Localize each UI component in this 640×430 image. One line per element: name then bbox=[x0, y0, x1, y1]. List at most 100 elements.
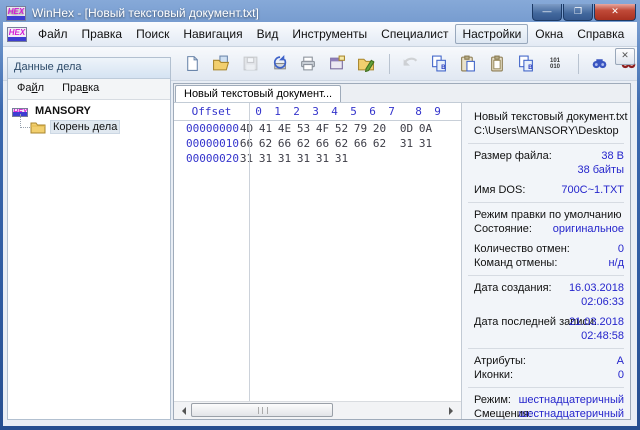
printer-icon bbox=[299, 55, 317, 72]
case-menu-item[interactable]: Файл bbox=[8, 79, 53, 99]
info-label: Иконки: bbox=[474, 369, 513, 381]
floppy-icon bbox=[242, 55, 259, 72]
hex-byte[interactable]: 62 bbox=[294, 136, 313, 151]
hex-row[interactable]: 00000020313131313131 bbox=[174, 151, 461, 166]
hex-editor[interactable]: Offset0123456789 000000004D414E534F52792… bbox=[174, 103, 461, 419]
hex-byte[interactable]: 31 bbox=[397, 136, 416, 151]
mdi-close-button[interactable]: ✕ bbox=[615, 48, 635, 65]
find-text-button[interactable] bbox=[586, 51, 612, 77]
hex-byte[interactable]: 31 bbox=[275, 151, 294, 166]
hex-byte[interactable]: 66 bbox=[275, 136, 294, 151]
menu-item[interactable]: Правка bbox=[75, 24, 130, 44]
hex-byte[interactable]: 0D bbox=[397, 121, 416, 136]
menu-item[interactable]: Навигация bbox=[176, 24, 249, 44]
hex-byte[interactable]: 31 bbox=[332, 151, 351, 166]
hex-byte[interactable]: 20 bbox=[370, 121, 389, 136]
scroll-right-icon[interactable] bbox=[445, 402, 461, 418]
hex-byte[interactable]: 62 bbox=[370, 136, 389, 151]
document-tab[interactable]: Новый текстовый документ... bbox=[175, 85, 341, 102]
menu-item[interactable]: Вид bbox=[250, 24, 286, 44]
info-separator bbox=[468, 202, 624, 203]
copy-icon: B bbox=[430, 55, 448, 72]
undo-icon bbox=[401, 55, 419, 72]
menu-items: ФайлПравкаПоискНавигацияВидИнструментыСп… bbox=[31, 24, 631, 44]
title-bar: HEX WinHex - [Новый текстовый документ.t… bbox=[0, 0, 640, 24]
info-value: 0 bbox=[618, 368, 624, 382]
info-label: Количество отмен: bbox=[474, 243, 570, 255]
properties-button[interactable] bbox=[324, 51, 350, 77]
copy-block-button[interactable]: B bbox=[513, 51, 539, 77]
file-info-panel: Новый текстовый документ.txtC:\Users\MAN… bbox=[461, 103, 630, 419]
new-file-button[interactable] bbox=[179, 51, 205, 77]
copy-icon: B bbox=[517, 55, 535, 72]
menu-item[interactable]: Настройки bbox=[455, 24, 528, 44]
hex-byte[interactable]: 4E bbox=[275, 121, 294, 136]
hex-byte[interactable]: 62 bbox=[332, 136, 351, 151]
menu-item[interactable]: Окна bbox=[528, 24, 570, 44]
menu-item[interactable]: Специалист bbox=[374, 24, 455, 44]
info-value: 700C~1.TXT bbox=[561, 183, 624, 197]
restore-button[interactable]: ❐ bbox=[563, 4, 593, 21]
info-value: 0 bbox=[618, 242, 624, 256]
hex-byte[interactable]: 31 bbox=[294, 151, 313, 166]
hex-row[interactable]: 000000004D414E534F5279200D0A bbox=[174, 121, 461, 136]
hex-column-label: 2 bbox=[287, 103, 306, 120]
horizontal-scrollbar[interactable] bbox=[174, 401, 461, 419]
hex-byte[interactable]: 0A bbox=[416, 121, 435, 136]
minimize-button[interactable]: — bbox=[532, 4, 562, 21]
scrollbar-thumb[interactable] bbox=[191, 403, 333, 417]
menu-item[interactable]: Справка bbox=[570, 24, 631, 44]
paste-new-button[interactable] bbox=[484, 51, 510, 77]
info-row: 02:48:58 bbox=[474, 329, 624, 343]
hex-byte[interactable]: 31 bbox=[313, 151, 332, 166]
close-button[interactable]: ✕ bbox=[594, 4, 636, 21]
hex-byte[interactable]: 52 bbox=[332, 121, 351, 136]
paste-write-button[interactable] bbox=[455, 51, 481, 77]
binoculars-blue-icon bbox=[590, 55, 609, 72]
open-file-button[interactable] bbox=[208, 51, 234, 77]
info-row: Дата последней записи:21.03.2018 bbox=[474, 315, 624, 329]
info-label: Размер файла: bbox=[474, 150, 552, 162]
info-text: Новый текстовый документ.txt bbox=[474, 110, 624, 124]
hex-byte[interactable]: 66 bbox=[313, 136, 332, 151]
hex-byte[interactable]: 66 bbox=[237, 136, 256, 151]
print-button[interactable] bbox=[295, 51, 321, 77]
info-value: 38 байты bbox=[577, 163, 624, 177]
hex-byte[interactable]: 31 bbox=[256, 151, 275, 166]
hex-byte[interactable]: 31 bbox=[237, 151, 256, 166]
info-separator bbox=[468, 275, 624, 276]
tree-item[interactable]: HEXMANSORY bbox=[8, 103, 170, 119]
case-menu-item[interactable]: Правка bbox=[53, 79, 108, 99]
hex-byte[interactable]: 4D bbox=[237, 121, 256, 136]
window-title: WinHex - [Новый текстовый документ.txt] bbox=[32, 6, 531, 20]
scroll-left-icon[interactable] bbox=[174, 402, 190, 418]
info-separator bbox=[468, 387, 624, 388]
tree-item[interactable]: Корень дела bbox=[8, 119, 170, 135]
hex-byte[interactable]: 79 bbox=[351, 121, 370, 136]
menu-bar: HEX ФайлПравкаПоискНавигацияВидИнструмен… bbox=[3, 22, 637, 47]
case-data-title: Данные дела bbox=[8, 58, 170, 79]
binary-copy-button[interactable]: 101010 bbox=[542, 51, 568, 77]
info-text: Режим правки по умолчанию bbox=[474, 208, 624, 222]
edit-mode-button[interactable] bbox=[353, 51, 379, 77]
hex-byte[interactable]: 41 bbox=[256, 121, 275, 136]
hex-byte[interactable]: 31 bbox=[416, 136, 435, 151]
print-preview-button[interactable] bbox=[266, 51, 292, 77]
info-value: шестнадцатеричный bbox=[519, 393, 624, 407]
hex-byte[interactable]: 4F bbox=[313, 121, 332, 136]
window-controls: — ❐ ✕ bbox=[531, 4, 636, 21]
hex-row[interactable]: 0000001066626662666266623131 bbox=[174, 136, 461, 151]
copy-button[interactable]: B bbox=[426, 51, 452, 77]
info-separator bbox=[468, 143, 624, 144]
hex-rows: 000000004D414E534F5279200D0A000000106662… bbox=[174, 121, 461, 166]
hex-byte[interactable]: 62 bbox=[256, 136, 275, 151]
info-row: Режим:шестнадцатеричный bbox=[474, 393, 624, 407]
hex-byte[interactable]: 66 bbox=[351, 136, 370, 151]
menu-item[interactable]: Файл bbox=[31, 24, 75, 44]
hex-column-label: 6 bbox=[363, 103, 382, 120]
hex-byte[interactable]: 53 bbox=[294, 121, 313, 136]
menu-item[interactable]: Поиск bbox=[129, 24, 176, 44]
menu-item[interactable]: Инструменты bbox=[285, 24, 374, 44]
folder-open-icon bbox=[212, 55, 230, 72]
properties-icon bbox=[328, 55, 346, 72]
